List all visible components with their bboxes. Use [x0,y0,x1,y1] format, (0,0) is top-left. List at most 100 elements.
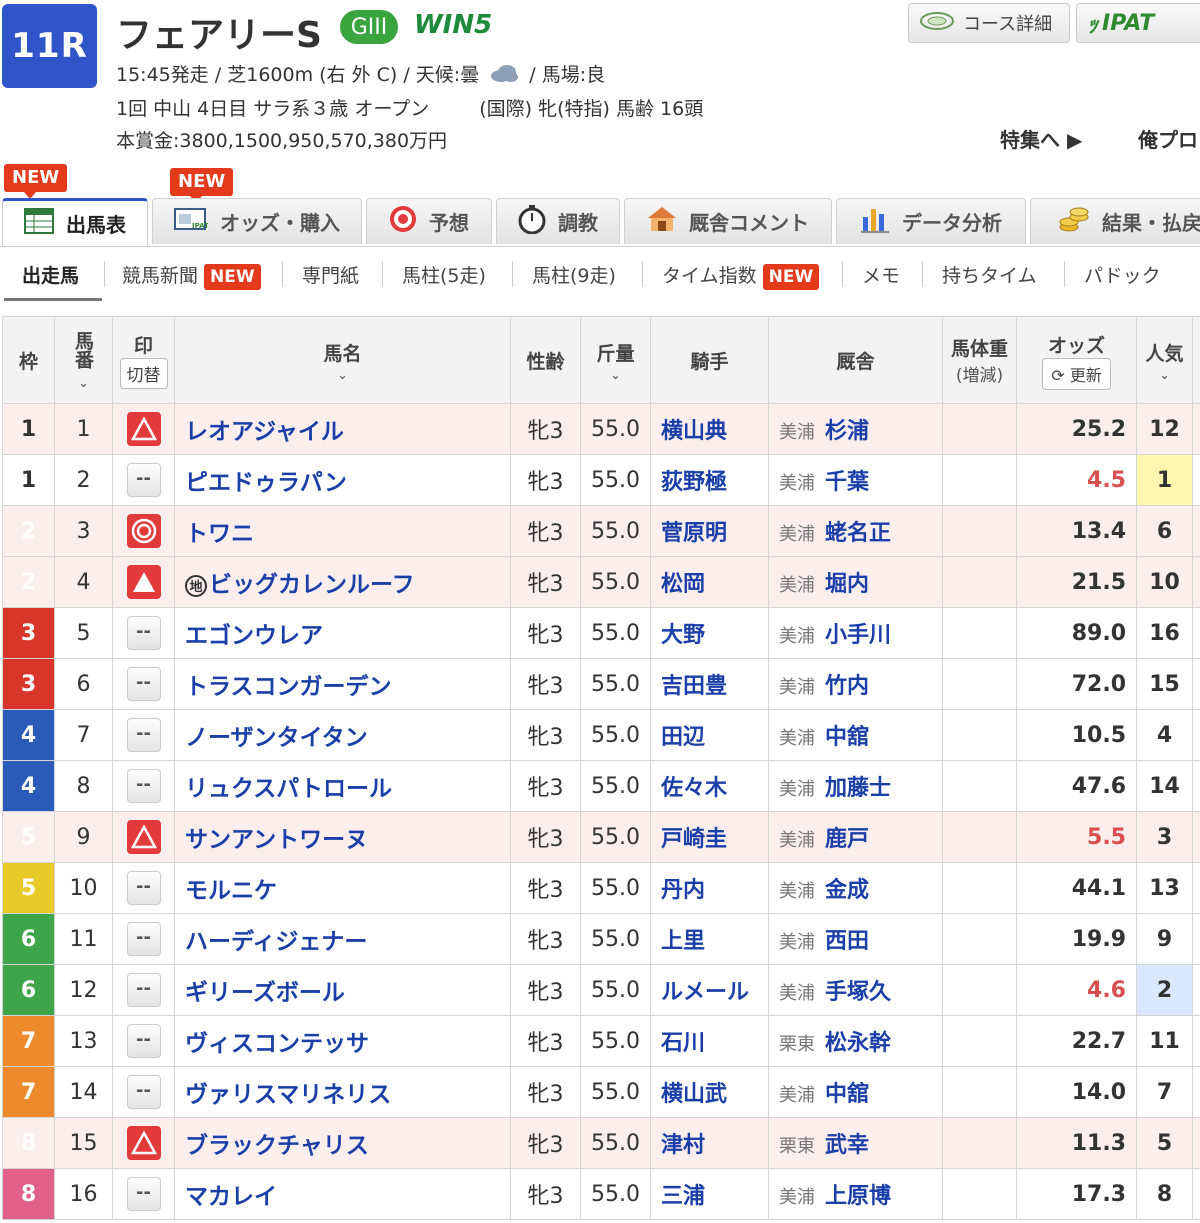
trainer-link[interactable]: 千葉 [825,470,869,495]
horse-name-link[interactable]: レオアジャイル [185,419,344,445]
horse-name-link[interactable]: サンアントワーヌ [185,827,368,853]
horse-name-cell[interactable]: ヴァリスマリネリス [174,1066,511,1118]
trainer-link[interactable]: 手塚久 [825,980,891,1005]
jockey-link[interactable]: 大野 [650,607,769,659]
jockey-link[interactable]: 田辺 [650,709,769,761]
filled-triangle-mark-icon[interactable] [126,565,161,599]
horse-name-link[interactable]: ピエドゥラパン [185,470,347,496]
jockey-link[interactable]: 横山武 [650,1066,769,1118]
trainer-link[interactable]: 上原博 [825,1184,891,1209]
special-feature-link[interactable]: 特集へ ▶ [1000,124,1082,153]
horse-name-cell[interactable]: ギリーズボール [174,964,511,1016]
mark-select-button[interactable]: -- [126,718,161,752]
odds-cell[interactable]: 22.7 [1016,1015,1137,1067]
ipat-button[interactable]: ｯ IPAT [1076,3,1200,43]
tab-chokyo[interactable]: 調教 [496,198,620,244]
jockey-link[interactable]: 松岡 [650,556,769,608]
header-waku[interactable]: 枠 [2,316,55,404]
jockey-link[interactable]: 丹内 [650,862,769,914]
trainer-link[interactable]: 西田 [825,929,869,954]
mark-select-button[interactable]: -- [126,463,161,497]
trainer-link[interactable]: 中舘 [825,725,869,750]
jockey-link[interactable]: 荻野極 [650,454,769,506]
horse-name-link[interactable]: トラスコンガーデン [185,674,392,700]
trainer-link[interactable]: 鹿戸 [825,827,869,852]
odds-update-button[interactable]: ⟳ 更新 [1042,357,1111,390]
triangle-mark-icon[interactable] [126,1126,161,1160]
subnav-senmonshi[interactable]: 専門紙 [302,261,359,288]
odds-cell[interactable]: 89.0 [1016,607,1137,659]
mark-select-button[interactable]: -- [126,616,161,650]
horse-name-link[interactable]: リュクスパトロール [185,776,392,802]
horse-name-cell[interactable]: マカレイ [174,1168,511,1220]
horse-name-link[interactable]: マカレイ [185,1184,277,1210]
horse-name-cell[interactable]: ブラックチャリス [174,1117,511,1169]
horse-name-cell[interactable]: サンアントワーヌ [174,811,511,863]
odds-cell[interactable]: 19.9 [1016,913,1137,965]
subnav-memo[interactable]: メモ [862,261,900,288]
tab-shutuba[interactable]: 出馬表 [2,198,148,246]
trainer-link[interactable]: 杉浦 [825,419,869,444]
subnav-shussoba[interactable]: 出走馬 [22,261,79,288]
horse-name-cell[interactable]: モルニケ [174,862,511,914]
odds-cell[interactable]: 25.2 [1016,403,1137,455]
course-detail-button[interactable]: コース詳細 [908,3,1070,43]
triangle-mark-icon[interactable] [126,820,161,854]
mark-toggle-button[interactable]: 切替 [119,358,168,389]
horse-name-cell[interactable]: 地ビッグカレンルーフ [174,556,511,608]
trainer-link[interactable]: 堀内 [825,572,869,597]
ore-pro-link[interactable]: 俺プロ [1138,124,1198,153]
odds-cell[interactable]: 21.5 [1016,556,1137,608]
odds-cell[interactable]: 47.6 [1016,760,1137,812]
horse-name-link[interactable]: ブラックチャリス [185,1133,369,1159]
trainer-link[interactable]: 加藤士 [825,776,891,801]
tab-yoso[interactable]: 予想 [366,198,492,244]
tab-results[interactable]: 結果・払戻 [1030,198,1200,244]
trainer-link[interactable]: 蛯名正 [825,521,891,546]
subnav-mochi-time[interactable]: 持ちタイム [942,261,1037,288]
jockey-link[interactable]: 横山典 [650,403,769,455]
chevron-down-icon[interactable]: ⌄ [55,376,112,390]
horse-name-cell[interactable]: ノーザンタイタン [174,709,511,761]
odds-cell[interactable]: 14.0 [1016,1066,1137,1118]
mark-select-button[interactable]: -- [126,667,161,701]
trainer-link[interactable]: 竹内 [825,674,869,699]
odds-cell[interactable]: 17.3 [1016,1168,1137,1220]
subnav-keiba-shinbun[interactable]: 競馬新聞 NEW [122,261,261,290]
jockey-link[interactable]: 上里 [650,913,769,965]
jockey-link[interactable]: 佐々木 [650,760,769,812]
odds-cell[interactable]: 13.4 [1016,505,1137,557]
odds-cell[interactable]: 10.5 [1016,709,1137,761]
jockey-link[interactable]: 吉田豊 [650,658,769,710]
horse-name-cell[interactable]: ピエドゥラパン [174,454,511,506]
horse-name-cell[interactable]: リュクスパトロール [174,760,511,812]
header-horse-name[interactable]: 馬名 ⌄ [174,316,511,404]
horse-name-link[interactable]: ノーザンタイタン [185,725,368,751]
horse-name-link[interactable]: ギリーズボール [185,980,345,1006]
odds-cell[interactable]: 11.3 [1016,1117,1137,1169]
mark-select-button[interactable]: -- [126,1024,161,1058]
header-ninki[interactable]: 人気 ⌄ [1136,316,1193,404]
jockey-link[interactable]: 三浦 [650,1168,769,1220]
trainer-link[interactable]: 武幸 [825,1133,869,1158]
horse-name-link[interactable]: ヴァリスマリネリス [185,1082,391,1108]
header-umaban[interactable]: 馬番 ⌄ [54,316,113,404]
horse-name-cell[interactable]: レオアジャイル [174,403,511,455]
tab-stable-comment[interactable]: 厩舎コメント [624,198,832,244]
horse-name-cell[interactable]: トワニ [174,505,511,557]
horse-name-link[interactable]: モルニケ [185,878,277,904]
mark-select-button[interactable]: -- [126,769,161,803]
jockey-link[interactable]: ルメール [650,964,769,1016]
horse-name-cell[interactable]: ヴィスコンテッサ [174,1015,511,1067]
trainer-link[interactable]: 小手川 [825,623,891,648]
jockey-link[interactable]: 石川 [650,1015,769,1067]
jockey-link[interactable]: 菅原明 [650,505,769,557]
horse-name-cell[interactable]: トラスコンガーデン [174,658,511,710]
trainer-link[interactable]: 中舘 [825,1082,869,1107]
mark-select-button[interactable]: -- [126,871,161,905]
odds-cell[interactable]: 72.0 [1016,658,1137,710]
chevron-down-icon[interactable]: ⌄ [175,368,510,382]
jockey-link[interactable]: 戸崎圭 [650,811,769,863]
chevron-down-icon[interactable]: ⌄ [1137,368,1192,382]
odds-cell[interactable]: 4.6 [1016,964,1137,1016]
